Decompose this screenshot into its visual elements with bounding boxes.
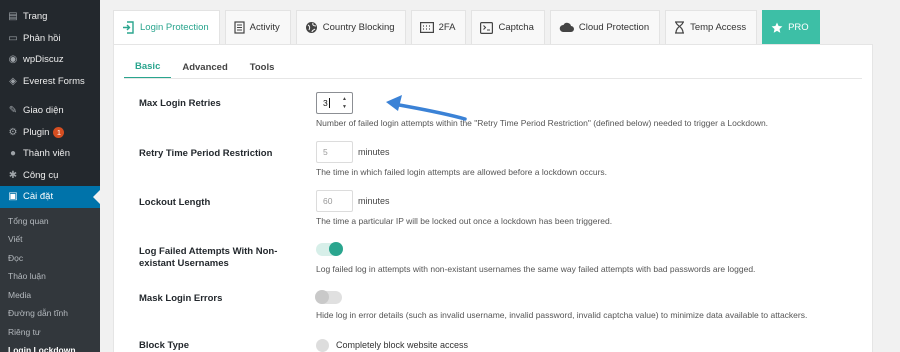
hourglass-icon (674, 21, 685, 34)
forms-icon: ◈ (9, 75, 17, 87)
retry-period-description: The time in which failed login attempts … (316, 167, 608, 177)
cloud-icon (559, 22, 574, 33)
settings-panel: Basic Advanced Tools Max Login Retries 3… (113, 44, 873, 352)
settings-icon: ▣ (8, 191, 18, 203)
submenu-item-permalinks[interactable]: Đường dẫn tĩnh (0, 304, 100, 323)
users-icon: ● (9, 148, 17, 160)
block-type-label: Block Type (139, 340, 189, 351)
tab-label: 2FA (438, 22, 456, 33)
tab-pro[interactable]: PRO (762, 10, 820, 44)
sidebar-item-label: Cài đặt (23, 191, 54, 203)
tab-activity[interactable]: Activity (224, 10, 291, 44)
tab-cloud-protection[interactable]: Cloud Protection (549, 10, 661, 44)
sidebar-item-label: Phản hồi (23, 32, 61, 44)
subtab-tools[interactable]: Tools (239, 55, 286, 79)
sidebar-item-label: Plugin (23, 126, 50, 138)
toggle-knob (329, 242, 343, 256)
update-count-badge: 1 (53, 126, 65, 138)
sidebar-item-label: Everest Forms (23, 75, 85, 87)
spin-down-icon[interactable]: ▼ (340, 104, 349, 110)
sidebar-item-users[interactable]: ● Thành viên (0, 143, 100, 165)
tab-login-protection[interactable]: Login Protection (113, 10, 220, 44)
submenu-item-privacy[interactable]: Riêng tư (0, 323, 100, 342)
2fa-icon (419, 22, 434, 33)
main-tabs: Login Protection Activity Country Blocki… (113, 10, 825, 44)
max-retries-description: Number of failed login attempts within t… (316, 118, 769, 128)
tab-captcha[interactable]: Captcha (471, 10, 545, 44)
max-retries-value: 3 (323, 98, 328, 108)
lockout-length-value: 60 (323, 196, 333, 206)
tab-label: PRO (788, 22, 809, 33)
sidebar-item-comments[interactable]: ▭ Phản hồi (0, 28, 100, 50)
globe-icon (305, 21, 318, 34)
sub-tabs: Basic Advanced Tools (124, 55, 285, 79)
sidebar-item-wpdiscuz[interactable]: ◉ wpDiscuz (0, 49, 100, 71)
tab-2fa[interactable]: 2FA (410, 10, 467, 44)
mask-errors-label: Mask Login Errors (139, 293, 223, 304)
lockout-length-label: Lockout Length (139, 197, 211, 208)
submenu-item-discussion[interactable]: Thảo luận (0, 267, 100, 286)
retry-period-input[interactable]: 5 (316, 141, 353, 163)
retry-period-label: Retry Time Period Restriction (139, 148, 273, 159)
submenu-item-reading[interactable]: Đọc (0, 249, 100, 268)
submenu-item-login-lockdown[interactable]: Login Lockdown (0, 341, 100, 352)
block-type-radio[interactable] (316, 339, 329, 352)
tab-temp-access[interactable]: Temp Access (665, 10, 758, 44)
login-icon (122, 21, 135, 34)
plugin-icon: ⚙ (8, 126, 18, 138)
retry-period-value: 5 (323, 147, 328, 157)
tab-label: Temp Access (690, 22, 747, 33)
captcha-icon (480, 21, 494, 34)
sidebar-item-tools[interactable]: ✱ Công cụ (0, 165, 100, 187)
star-icon (771, 22, 783, 34)
tab-country-blocking[interactable]: Country Blocking (295, 10, 406, 44)
log-failed-label: Log Failed Attempts With Non-existant Us… (139, 246, 278, 269)
spin-up-icon[interactable]: ▲ (340, 96, 349, 102)
sidebar-item-everest-forms[interactable]: ◈ Everest Forms (0, 71, 100, 93)
subtab-basic[interactable]: Basic (124, 55, 172, 79)
mask-errors-toggle[interactable] (315, 290, 342, 304)
number-spinner[interactable]: ▲ ▼ (340, 96, 349, 110)
retry-period-unit: minutes (358, 147, 390, 157)
lockout-length-description: The time a particular IP will be locked … (316, 216, 613, 226)
sidebar-item-label: Trang (23, 11, 48, 23)
sidebar-item-label: Thành viên (23, 148, 71, 160)
max-retries-label: Max Login Retries (139, 98, 221, 109)
log-failed-description: Log failed log in attempts with non-exis… (316, 264, 756, 274)
lockout-length-input[interactable]: 60 (316, 190, 353, 212)
submenu-item-writing[interactable]: Viết (0, 230, 100, 249)
mask-errors-description: Hide log in error details (such as inval… (316, 310, 808, 320)
submenu-item-media[interactable]: Media (0, 286, 100, 305)
tab-label: Cloud Protection (578, 22, 650, 33)
sidebar-item-settings[interactable]: ▣ Cài đặt (0, 186, 100, 208)
tab-label: Login Protection (140, 22, 209, 33)
tab-label: Country Blocking (322, 22, 395, 33)
sidebar-item-label: wpDiscuz (23, 54, 64, 66)
submenu-item-general[interactable]: Tổng quan (0, 212, 100, 231)
sidebar-item-plugins[interactable]: ⚙ Plugin 1 (0, 122, 100, 144)
settings-submenu: Tổng quan Viết Đọc Thảo luận Media Đường… (0, 207, 100, 352)
admin-sidebar: ▤ Trang ▭ Phản hồi ◉ wpDiscuz ◈ Everest … (0, 0, 100, 352)
toggle-knob (315, 290, 329, 304)
sidebar-item-label: Công cụ (23, 169, 59, 181)
appearance-icon: ✎ (8, 105, 18, 117)
sidebar-item-appearance[interactable]: ✎ Giao diện (0, 100, 100, 122)
block-type-option-label: Completely block website access (336, 340, 469, 350)
subtab-divider (124, 78, 862, 79)
tab-label: Captcha (498, 22, 534, 33)
activity-icon (234, 21, 245, 34)
sidebar-item-label: Giao diện (23, 105, 64, 117)
max-retries-input[interactable]: 3 ▲ ▼ (316, 92, 353, 114)
page-icon: ▤ (8, 11, 18, 23)
log-failed-toggle[interactable] (316, 242, 343, 256)
discuz-icon: ◉ (8, 54, 18, 66)
text-cursor (328, 98, 330, 108)
tools-icon: ✱ (8, 169, 18, 181)
lockout-length-unit: minutes (358, 196, 390, 206)
sidebar-item-pages[interactable]: ▤ Trang (0, 6, 100, 28)
comments-icon: ▭ (8, 32, 18, 44)
subtab-advanced[interactable]: Advanced (171, 55, 238, 79)
tab-label: Activity (249, 22, 280, 33)
